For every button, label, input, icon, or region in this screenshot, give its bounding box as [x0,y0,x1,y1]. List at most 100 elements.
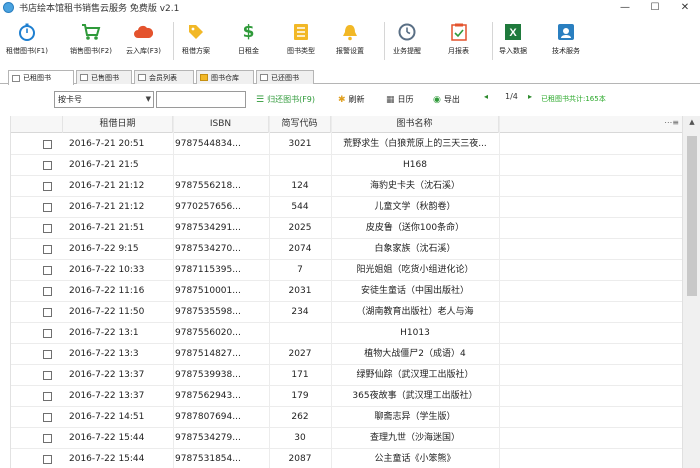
rent-plan-button[interactable]: 租借方案 [182,18,210,66]
row-checkbox[interactable] [43,203,52,212]
close-button[interactable]: ✕ [670,0,700,14]
row-checkbox[interactable] [43,350,52,359]
cart-icon [81,22,101,42]
cell-rent-date: 2016-7-22 13:3 [69,349,139,359]
row-checkbox[interactable] [43,434,52,443]
table-row[interactable]: 2016-7-22 15:44 9787534279... 30 查理九世（沙海迷国） [11,428,682,449]
cell-isbn: 9787115395... [175,265,241,275]
table-row[interactable]: 2016-7-21 21:5 H168 [11,155,682,176]
cell-short-code: 2031 [288,286,312,296]
tab-returned-books[interactable]: 已还图书 [256,70,314,84]
cell-book-name: H1013 [400,328,430,338]
row-checkbox[interactable] [43,308,52,317]
tab-sold-books[interactable]: 已售图书 [76,70,132,84]
tab-book-warehouse[interactable]: 图书仓库 [196,70,254,84]
book-type-label: 图书类型 [287,47,315,55]
table-row[interactable]: 2016-7-22 15:44 9787531854... 2087 公主童话《小笨熊… [11,449,682,468]
table-row[interactable]: 2016-7-22 13:37 9787539938... 171 绿野仙踪（武汉理工… [11,365,682,386]
sell-book-button[interactable]: 销售图书(F2) [70,18,112,66]
cell-isbn: 9787807694... [175,412,241,422]
row-checkbox[interactable] [43,392,52,401]
table-row[interactable]: 2016-7-22 13:1 9787556020... H1013 [11,323,682,344]
next-page-button[interactable]: ▸ [528,92,532,101]
alarm-settings-button[interactable]: 报警设置 [336,18,364,66]
table-row[interactable]: 2016-7-21 20:51 9787544834... 3021 荒野求生（白狼荒… [11,134,682,155]
cell-book-name: H168 [403,160,427,170]
row-checkbox[interactable] [43,182,52,191]
search-input[interactable] [156,91,246,108]
support-icon [556,22,576,42]
cell-rent-date: 2016-7-22 13:37 [69,391,145,401]
return-book-button[interactable]: ☰ 归还图书(F9) [256,92,315,107]
table-row[interactable]: 2016-7-22 10:33 9787115395... 7 阳光姐姐（吃货小组进化… [11,260,682,281]
tab-label: 已售图书 [91,73,119,82]
cell-book-name: 查理九世（沙海迷国） [369,433,460,443]
table-row[interactable]: 2016-7-21 21:51 9787534291... 2025 皮皮鲁（送你10… [11,218,682,239]
row-checkbox[interactable] [43,455,52,464]
table-row[interactable]: 2016-7-22 9:15 9787534270... 2074 白象家族（沈石溪） [11,239,682,260]
row-checkbox[interactable] [43,287,52,296]
import-data-button[interactable]: X 导入数据 [499,18,527,66]
sell-book-label: 销售图书(F2) [70,47,112,55]
tab-rented-books[interactable]: 已租图书 [8,70,74,85]
column-header-date[interactable]: 租借日期 [63,116,173,133]
column-header-code[interactable]: 简写代码 [269,116,331,133]
book-type-button[interactable]: 图书类型 [287,18,315,66]
cell-short-code: 171 [291,370,309,380]
cell-book-name: 儿童文学（秋韵卷） [374,202,456,212]
column-header-isbn[interactable]: ISBN [173,116,269,133]
report-icon [449,22,469,42]
export-button[interactable]: ◉ 导出 [433,92,460,107]
row-checkbox[interactable] [43,371,52,380]
table-row[interactable]: 2016-7-22 11:16 9787510001... 2031 安徒生童话（中国… [11,281,682,302]
export-label: 导出 [443,95,460,104]
rent-book-button[interactable]: 租借图书(F1) [6,18,48,66]
vertical-scrollbar[interactable]: ▲ [682,116,700,468]
minimize-button[interactable]: — [610,0,640,14]
table-row[interactable]: 2016-7-22 11:50 9787535598... 234 （湖南教育出版社）… [11,302,682,323]
table-row[interactable]: 2016-7-21 21:12 9787556218... 124 海豹史卡夫（沈石溪… [11,176,682,197]
cell-short-code: 30 [294,433,306,443]
prev-page-button[interactable]: ◂ [484,92,488,101]
column-divider [499,116,500,468]
row-checkbox[interactable] [43,413,52,422]
column-header-name[interactable]: 图书名称 [331,116,499,133]
cell-short-code: 7 [297,265,303,275]
monthly-report-button[interactable]: 月报表 [448,18,469,66]
table-row[interactable]: 2016-7-22 13:37 9787562943... 179 365夜故事（武汉… [11,386,682,407]
row-checkbox[interactable] [43,266,52,275]
daily-rent-button[interactable]: $ 日租金 [238,18,259,66]
row-checkbox[interactable] [43,161,52,170]
row-checkbox[interactable] [43,329,52,338]
column-menu-icon[interactable]: ⋯≡ [664,118,679,127]
scrollbar-thumb[interactable] [687,136,697,296]
scroll-up-icon[interactable]: ▲ [683,118,700,130]
refresh-label: 刷新 [348,95,365,104]
export-icon: ◉ [433,94,441,105]
table-row[interactable]: 2016-7-22 14:51 9787807694... 262 聊斋志异（学生版） [11,407,682,428]
tech-support-button[interactable]: 技术服务 [552,18,580,66]
cell-isbn: 9787534279... [175,433,241,443]
rented-books-table: 租借日期 ISBN 简写代码 图书名称 ⋯≡ 2016-7-21 20:51 97… [10,116,682,468]
row-checkbox[interactable] [43,224,52,233]
cell-rent-date: 2016-7-22 13:1 [69,328,139,338]
cell-short-code: 179 [291,391,309,401]
window-title: 书店绘本馆租书销售云服务 免费版 v2.1 [19,3,180,14]
table-row[interactable]: 2016-7-21 21:12 9770257656... 544 儿童文学（秋韵卷） [11,197,682,218]
tab-member-list[interactable]: 会员列表 [134,70,194,84]
maximize-button[interactable]: ☐ [640,0,670,14]
cloud-stock-button[interactable]: 云入库(F3) [126,18,161,66]
app-logo-icon [3,1,14,13]
row-checkbox[interactable] [43,140,52,149]
cell-isbn [175,155,269,176]
cell-isbn: 9787556218... [175,181,241,191]
row-checkbox[interactable] [43,245,52,254]
excel-icon: X [503,22,523,42]
search-type-select[interactable]: 按卡号 ▼ [54,91,154,108]
calendar-button[interactable]: ▦ 日历 [386,92,414,107]
business-reminder-button[interactable]: 业务提醒 [393,18,421,66]
refresh-button[interactable]: ✱ 刷新 [338,92,365,107]
return-book-label: 归还图书(F9) [267,95,316,104]
table-row[interactable]: 2016-7-22 13:3 9787514827... 2027 植物大战僵尸2（成… [11,344,682,365]
tab-icon [200,74,208,81]
